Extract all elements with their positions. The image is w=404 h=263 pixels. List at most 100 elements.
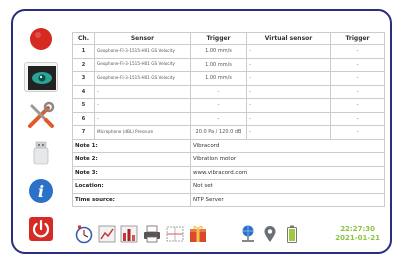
virtual-trigger-value: - [330, 125, 385, 140]
eye-icon [28, 66, 56, 90]
note1-label: Note 1: [72, 138, 191, 153]
network-icon [242, 225, 254, 242]
virtual-sensor-value: - [246, 111, 331, 126]
note2-row: Note 2: Vibration motor [72, 152, 385, 167]
timesource-row: Time source: NTP Server [72, 192, 385, 207]
network-button[interactable] [238, 224, 258, 248]
trigger-value: 20.0 Pa / 120.0 dB [190, 125, 247, 140]
clock-time: 22:27:30 [340, 225, 376, 233]
trigger-value: - [190, 98, 247, 113]
virtual-trigger-value: - [330, 84, 385, 99]
note3-label: Note 3: [72, 165, 191, 180]
virtual-trigger-value: - [330, 98, 385, 113]
note2-label: Note 2: [72, 152, 191, 167]
timesource-label: Time source: [72, 192, 191, 207]
trigger-value: - [190, 111, 247, 126]
usb-button[interactable] [24, 138, 58, 168]
gift-button[interactable] [188, 224, 208, 248]
table-row[interactable]: 3 Geophone-FI-3-1515-H01 GS Velocity 1.0… [72, 71, 385, 86]
table-row[interactable]: 2 Geophone-FI-3-1515-H01 GS Velocity 1.0… [72, 57, 385, 72]
timer-button[interactable] [74, 224, 94, 248]
note3-value: www.vibracord.com [190, 165, 385, 180]
usb-icon [33, 141, 49, 165]
note2-value: Vibration motor [190, 152, 385, 167]
bars-button[interactable] [119, 224, 139, 248]
record-icon [30, 28, 52, 50]
grid-button[interactable] [165, 224, 185, 248]
header-trigger: Trigger [190, 32, 247, 45]
table-row[interactable]: 6 - - - - [72, 111, 385, 126]
sensor-name: - [94, 84, 191, 99]
monitor-button[interactable] [24, 62, 58, 92]
note1-row: Note 1: Vibracord [72, 138, 385, 153]
battery-status [282, 224, 302, 248]
tools-icon [28, 101, 55, 128]
virtual-trigger-value: - [330, 57, 385, 72]
location-icon [264, 226, 276, 242]
note3-row: Note 3: www.vibracord.com [72, 165, 385, 180]
trigger-value: 1.00 mm/s [190, 57, 247, 72]
record-button[interactable] [24, 24, 58, 54]
channel-number: 4 [72, 84, 95, 99]
sensor-name: - [94, 111, 191, 126]
clock-display: 22:27:30 2021-01-21 [335, 225, 380, 243]
virtual-sensor-value: - [246, 71, 331, 86]
virtual-sensor-value: - [246, 44, 331, 59]
chart-icon [98, 225, 116, 243]
svg-text:i: i [38, 182, 44, 201]
trigger-value: 1.00 mm/s [190, 71, 247, 86]
info-button[interactable]: i [24, 176, 58, 206]
location-button[interactable] [260, 224, 280, 248]
channel-number: 2 [72, 57, 95, 72]
bars-icon [120, 225, 138, 243]
sensor-name: Geophone-FI-3-1515-H01 GS Velocity [94, 44, 191, 59]
bottom-toolbar: 22:27:30 2021-01-21 [64, 220, 386, 250]
table-row[interactable]: 1 Geophone-FI-3-1515-H01 GS Velocity 1.0… [72, 44, 385, 59]
location-label: Location: [72, 179, 191, 194]
sensor-name: Microphone (dBL) Pressure [94, 125, 191, 140]
header-channel: Ch. [72, 32, 95, 45]
channel-number: 3 [72, 71, 95, 86]
info-icon: i [29, 179, 53, 203]
sidebar: i [18, 14, 62, 248]
trigger-value: - [190, 84, 247, 99]
trigger-value: 1.00 mm/s [190, 44, 247, 59]
channel-table: Ch. Sensor Trigger Virtual sensor Trigge… [72, 32, 385, 207]
virtual-trigger-value: - [330, 111, 385, 126]
gift-icon [190, 226, 206, 242]
virtual-trigger-value: - [330, 44, 385, 59]
virtual-sensor-value: - [246, 98, 331, 113]
virtual-sensor-value: - [246, 84, 331, 99]
virtual-trigger-value: - [330, 71, 385, 86]
grid-icon [166, 226, 184, 242]
table-row[interactable]: 4 - - - - [72, 84, 385, 99]
channel-number: 6 [72, 111, 95, 126]
virtual-sensor-value: - [246, 125, 331, 140]
header-virtual-trigger: Trigger [330, 32, 385, 45]
timer-icon [75, 225, 93, 244]
note1-value: Vibracord [190, 138, 385, 153]
table-header-row: Ch. Sensor Trigger Virtual sensor Trigge… [72, 32, 385, 45]
header-sensor: Sensor [94, 32, 191, 45]
table-row[interactable]: 7 Microphone (dBL) Pressure 20.0 Pa / 12… [72, 125, 385, 140]
timesource-value: NTP Server [190, 192, 385, 207]
location-value: Not set [190, 179, 385, 194]
channel-table-panel: Ch. Sensor Trigger Virtual sensor Trigge… [72, 32, 385, 207]
sensor-name: Geophone-FI-3-1515-H01 GS Velocity [94, 57, 191, 72]
power-icon [29, 217, 53, 241]
virtual-sensor-value: - [246, 57, 331, 72]
power-button[interactable] [24, 214, 58, 244]
table-row[interactable]: 5 - - - - [72, 98, 385, 113]
clock-date: 2021-01-21 [335, 234, 380, 242]
chart-button[interactable] [97, 224, 117, 248]
settings-button[interactable] [24, 100, 58, 130]
header-virtual-sensor: Virtual sensor [246, 32, 331, 45]
printer-button[interactable] [142, 224, 162, 248]
location-row: Location: Not set [72, 179, 385, 194]
sensor-name: - [94, 98, 191, 113]
printer-icon [144, 225, 160, 243]
channel-number: 5 [72, 98, 95, 113]
channel-number: 1 [72, 44, 95, 59]
channel-number: 7 [72, 125, 95, 140]
sensor-name: Geophone-FI-3-1515-H01 GS Velocity [94, 71, 191, 86]
